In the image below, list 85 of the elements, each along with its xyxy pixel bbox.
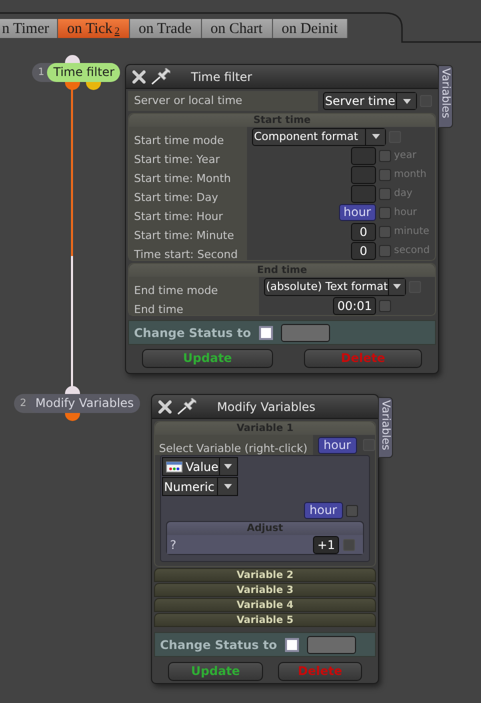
unit-label: month [394, 168, 428, 182]
close-icon [157, 398, 173, 414]
row-label: Start time: Year [134, 153, 220, 166]
output-port[interactable] [86, 82, 101, 90]
checkbox[interactable] [379, 168, 391, 180]
dropdown-caret-icon [224, 484, 232, 489]
checkbox[interactable] [379, 244, 391, 256]
tab[interactable]: on Trade [130, 19, 202, 38]
row-label: Start time: Day [134, 191, 218, 204]
variable-chip[interactable]: hour [338, 204, 376, 221]
input-field[interactable]: 00:01 [333, 296, 376, 314]
input-port[interactable] [65, 386, 80, 394]
output-port[interactable] [65, 82, 80, 90]
row-label: Start time: Hour [134, 210, 223, 223]
section-header: Adjust [167, 522, 363, 535]
input-field[interactable]: +1 [313, 536, 339, 554]
unit-label: year [394, 149, 418, 163]
node-label: Time filter [47, 63, 120, 82]
node-pill[interactable]: 2 Modify Variables [14, 394, 140, 413]
update-button[interactable]: Update [168, 662, 263, 681]
section-header[interactable]: Variable 3 [154, 583, 376, 597]
dropdown[interactable]: Numeric [162, 477, 238, 496]
section-header[interactable]: Variable 2 [154, 568, 376, 582]
pushpin-icon [150, 68, 172, 86]
pushpin-icon [176, 398, 198, 416]
change-status-label: Change Status to [134, 324, 251, 342]
close-icon [131, 68, 147, 84]
checkbox[interactable] [379, 150, 391, 162]
dropdown-caret-icon [392, 284, 401, 289]
tab[interactable]: n Timer [0, 19, 58, 38]
checkbox[interactable] [379, 206, 391, 218]
tab[interactable]: on Chart [202, 19, 273, 38]
variable-chip[interactable]: hour [318, 436, 357, 454]
checkbox[interactable] [284, 638, 299, 652]
row-label: End time mode [134, 284, 218, 297]
row-label: Server or local time [128, 91, 318, 111]
tab[interactable]: on Tick 2 [58, 19, 130, 38]
checkbox[interactable] [258, 326, 273, 340]
dropdown-caret-icon [402, 98, 410, 104]
input-port[interactable] [65, 55, 80, 63]
window-title: Time filter [191, 68, 252, 86]
section-header[interactable]: Variable 5 [154, 613, 376, 627]
dropdown[interactable]: (absolute) Text format [264, 278, 406, 296]
unit-label: second [394, 244, 431, 258]
row-label: Time start: Second [134, 248, 238, 261]
update-button[interactable]: Update [142, 349, 273, 368]
variable-chip[interactable]: hour [304, 502, 343, 519]
unit-label: day [394, 187, 414, 201]
row-label: Start time: Month [134, 172, 231, 185]
row-label: ? [170, 536, 178, 554]
status-field[interactable] [280, 324, 330, 342]
input-field[interactable] [351, 166, 376, 184]
node-number: 1 [38, 66, 44, 80]
dropdown[interactable]: Component format [252, 128, 386, 146]
tab[interactable]: on Deinit [272, 19, 348, 38]
dropdown[interactable]: Server time [323, 92, 417, 110]
node-label: Modify Variables [29, 394, 140, 413]
unit-label: hour [394, 206, 418, 220]
row-label: Start time: Minute [134, 229, 234, 242]
node-pill[interactable]: 1 Time filter [32, 63, 120, 82]
input-field[interactable] [351, 146, 376, 164]
side-tab[interactable]: Variables [378, 397, 393, 458]
window-title: Modify Variables [217, 398, 316, 416]
checkbox[interactable] [346, 504, 358, 516]
section-header[interactable]: Variable 4 [154, 598, 376, 612]
input-field[interactable]: 0 [351, 242, 376, 260]
change-status-label: Change Status to [160, 636, 277, 654]
checkbox[interactable] [379, 300, 391, 312]
dropdown-caret-icon [224, 464, 232, 469]
node-number: 2 [20, 397, 26, 411]
row-label: Start time mode [134, 134, 224, 147]
checkbox[interactable] [379, 226, 391, 238]
value-icon [166, 460, 183, 472]
status-field[interactable] [306, 636, 356, 654]
checkbox[interactable] [343, 538, 355, 550]
row-label: Select Variable (right-click) [159, 442, 308, 455]
output-port[interactable] [65, 413, 80, 421]
dropdown[interactable]: Value [162, 457, 238, 476]
row-label: End time [134, 303, 184, 316]
unit-label: minute [394, 225, 430, 239]
input-field[interactable] [351, 184, 376, 202]
dropdown-caret-icon [372, 134, 380, 139]
side-tab[interactable]: Variables [438, 65, 453, 128]
checkbox[interactable] [379, 188, 391, 200]
input-field[interactable]: 0 [351, 222, 376, 240]
